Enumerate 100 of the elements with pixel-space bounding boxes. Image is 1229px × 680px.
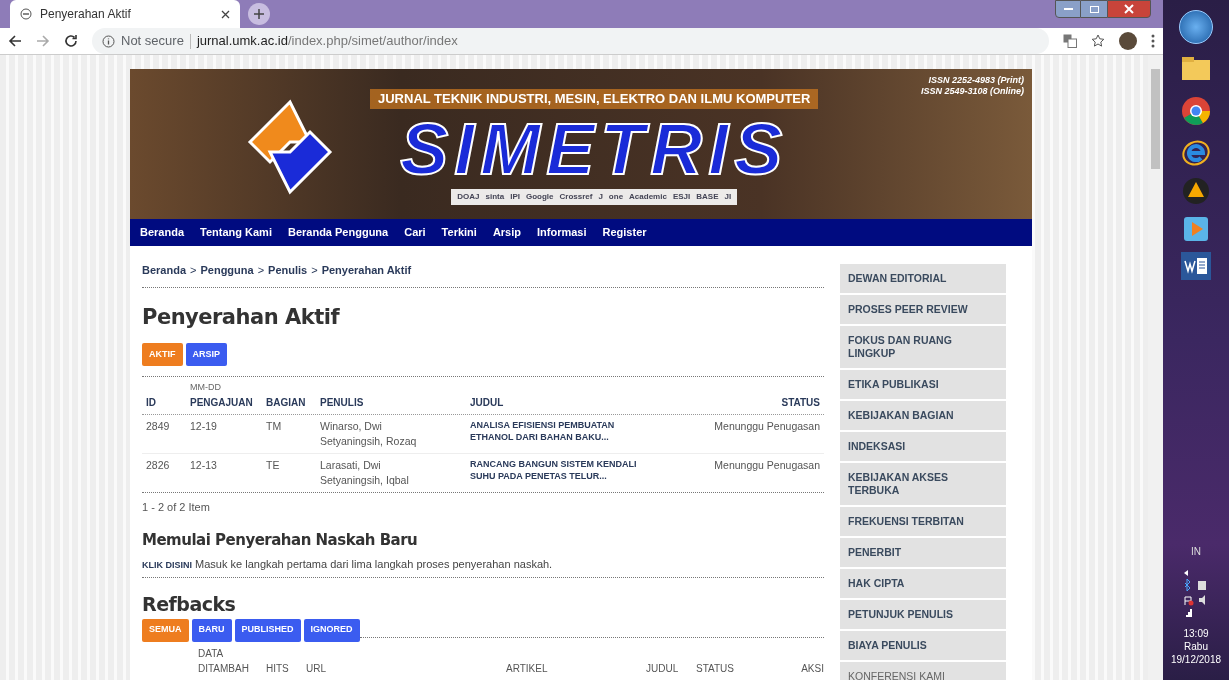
breadcrumb-link[interactable]: Penulis [268, 262, 308, 279]
sidebar-link[interactable]: KEBIJAKAN AKSES TERBUKA [840, 463, 1006, 505]
clock-date[interactable]: 19/12/2018 [1170, 653, 1222, 666]
issn-text: ISSN 2252-4983 (Print) [928, 75, 1024, 86]
security-label: Not secure [121, 32, 184, 51]
sidebar-link[interactable]: PETUNJUK PENULIS [840, 600, 1006, 629]
minimize-button[interactable] [1055, 0, 1081, 18]
language-indicator[interactable]: IN [1191, 544, 1201, 559]
clock-time[interactable]: 13:09 [1183, 627, 1209, 640]
play-icon[interactable] [1181, 214, 1211, 244]
sidebar-link[interactable]: PENERBIT [840, 538, 1006, 567]
close-button[interactable] [1107, 0, 1151, 18]
indexer-logo: Academic [629, 190, 667, 203]
table-cell-text: 2849 [146, 418, 171, 434]
indexer-logo: ESJI [672, 190, 691, 203]
scrollbar[interactable] [1148, 55, 1163, 680]
column-header: ARTIKEL [506, 661, 549, 676]
media-player-icon[interactable] [1181, 176, 1211, 206]
start-button[interactable] [1179, 10, 1213, 44]
word-icon[interactable] [1181, 252, 1211, 280]
issn-text: ISSN 2549-3108 (Online) [920, 86, 1024, 97]
url-text: jurnal.umk.ac.id/index.php/simet/author/index [196, 32, 458, 51]
column-subheader: MM-DD [190, 381, 222, 394]
table-cell-text: TE [266, 457, 281, 473]
sidebar-link[interactable]: KEBIJAKAN BAGIAN [840, 401, 1006, 430]
close-icon [1124, 4, 1134, 14]
column-header: JUDUL [470, 395, 505, 410]
indexer-logo: IPI [510, 190, 520, 203]
browser-tab[interactable]: Penyerahan Aktif [10, 0, 240, 28]
indexer-logo: JI [724, 190, 732, 203]
indexer-logo: DOAJ [457, 190, 480, 203]
chrome-icon[interactable] [1179, 94, 1213, 128]
breadcrumb-link[interactable]: Pengguna [200, 262, 254, 279]
reload-icon[interactable] [64, 34, 78, 48]
sidebar-link[interactable]: ETIKA PUBLIKASI [840, 370, 1006, 399]
profile-avatar[interactable] [1119, 32, 1137, 50]
star-icon[interactable] [1091, 34, 1105, 48]
nav-link[interactable]: Tentang Kami [200, 224, 272, 241]
sidebar-link[interactable]: DEWAN EDITORIAL [840, 264, 1006, 293]
instruction-text: KLIK DISINI Masuk ke langkah pertama dari lima langkah proses penyerahan naskah. [142, 555, 824, 578]
back-icon[interactable] [8, 34, 22, 48]
filter-tab[interactable]: BARU [191, 618, 232, 642]
sidebar-link[interactable]: FREKUENSI TERBITAN [840, 507, 1006, 536]
click-here-link[interactable]: KLIK DISINI [142, 559, 192, 570]
maximize-button[interactable] [1081, 0, 1107, 18]
translate-icon[interactable] [1063, 34, 1077, 48]
breadcrumb-link[interactable]: Penyerahan Aktif [321, 262, 412, 279]
table-cell-text: Menunggu Penugasan [713, 457, 820, 473]
article-title-link[interactable]: RANCANG BANGUN SISTEM KENDALI SUHU PADA PENETAS TELUR... [470, 457, 670, 482]
indexer-logo: J [598, 190, 603, 203]
breadcrumb-separator: > [311, 263, 318, 278]
article-title-link[interactable]: ANALISA EFISIENSI PEMBUATAN ETHANOL DARI BAHAN BAKU... [470, 418, 670, 443]
nav-link[interactable]: Register [602, 224, 647, 241]
indexer-logo: Google [525, 190, 554, 203]
sidebar-link[interactable]: FOKUS DAN RUANG LINGKUP [840, 326, 1006, 368]
nav-link[interactable]: Beranda Pengguna [287, 224, 389, 241]
filter-tab[interactable]: ARSIP [185, 343, 227, 366]
column-header: AKSI [800, 661, 824, 676]
breadcrumb-link[interactable]: Beranda [142, 262, 187, 279]
column-header: ID [146, 395, 157, 410]
breadcrumb-separator: > [257, 263, 265, 278]
new-tab-button[interactable] [248, 3, 270, 25]
section-heading: Memulai Penyerahan Naskah Baru [142, 530, 419, 551]
filter-tab[interactable]: IGNORED [303, 618, 360, 642]
tab-title: Penyerahan Aktif [40, 6, 132, 23]
clock-day[interactable]: Rabu [1184, 640, 1208, 653]
nav-link[interactable]: Cari [404, 224, 426, 241]
nav-link[interactable]: Beranda [140, 224, 185, 241]
journal-logo-text: SIMETRIS [400, 108, 789, 189]
column-header: HITS [266, 661, 290, 676]
table-cell-text: 2826 [146, 457, 171, 473]
sidebar-link[interactable]: PROSES PEER REVIEW [840, 295, 1006, 324]
nav-link[interactable]: Arsip [492, 224, 521, 241]
column-header: URL [306, 661, 327, 676]
table-cell-text: 12-19 [190, 418, 218, 434]
filter-tab[interactable]: PUBLISHED [234, 618, 301, 642]
column-header: STATUS [696, 661, 735, 676]
column-subheader: DATA [198, 646, 225, 661]
nav-link[interactable]: Terkini [441, 224, 477, 241]
menu-icon[interactable] [1151, 34, 1155, 48]
nav-link[interactable]: Informasi [537, 224, 587, 241]
section-heading: Refbacks [142, 592, 237, 617]
info-icon [102, 34, 115, 48]
sidebar-link[interactable]: INDEKSASI [840, 432, 1006, 461]
column-header: BAGIAN [266, 395, 307, 410]
column-header: PENULIS [320, 395, 365, 410]
sidebar-link[interactable]: HAK CIPTA [840, 569, 1006, 598]
indexer-logo: one [608, 190, 624, 203]
column-header: STATUS [781, 395, 820, 410]
table-cell-text: TM [266, 418, 283, 434]
breadcrumb-separator: > [190, 263, 197, 278]
table-cell-text: Winarso, Dwi Setyaningsih, Rozaq [320, 418, 418, 449]
indexer-logo: Crossref [559, 190, 593, 203]
address-bar[interactable]: Not secure jurnal.umk.ac.id/index.php/simet/author/index [92, 28, 1049, 54]
page-icon [20, 8, 32, 20]
table-cell-text: 12-13 [190, 457, 218, 473]
page-title: Penyerahan Aktif [142, 303, 341, 331]
close-icon[interactable] [221, 9, 230, 19]
sidebar-link[interactable]: KONFERENSI KAMI [840, 662, 1006, 680]
sidebar-link[interactable]: BIAYA PENULIS [840, 631, 1006, 660]
